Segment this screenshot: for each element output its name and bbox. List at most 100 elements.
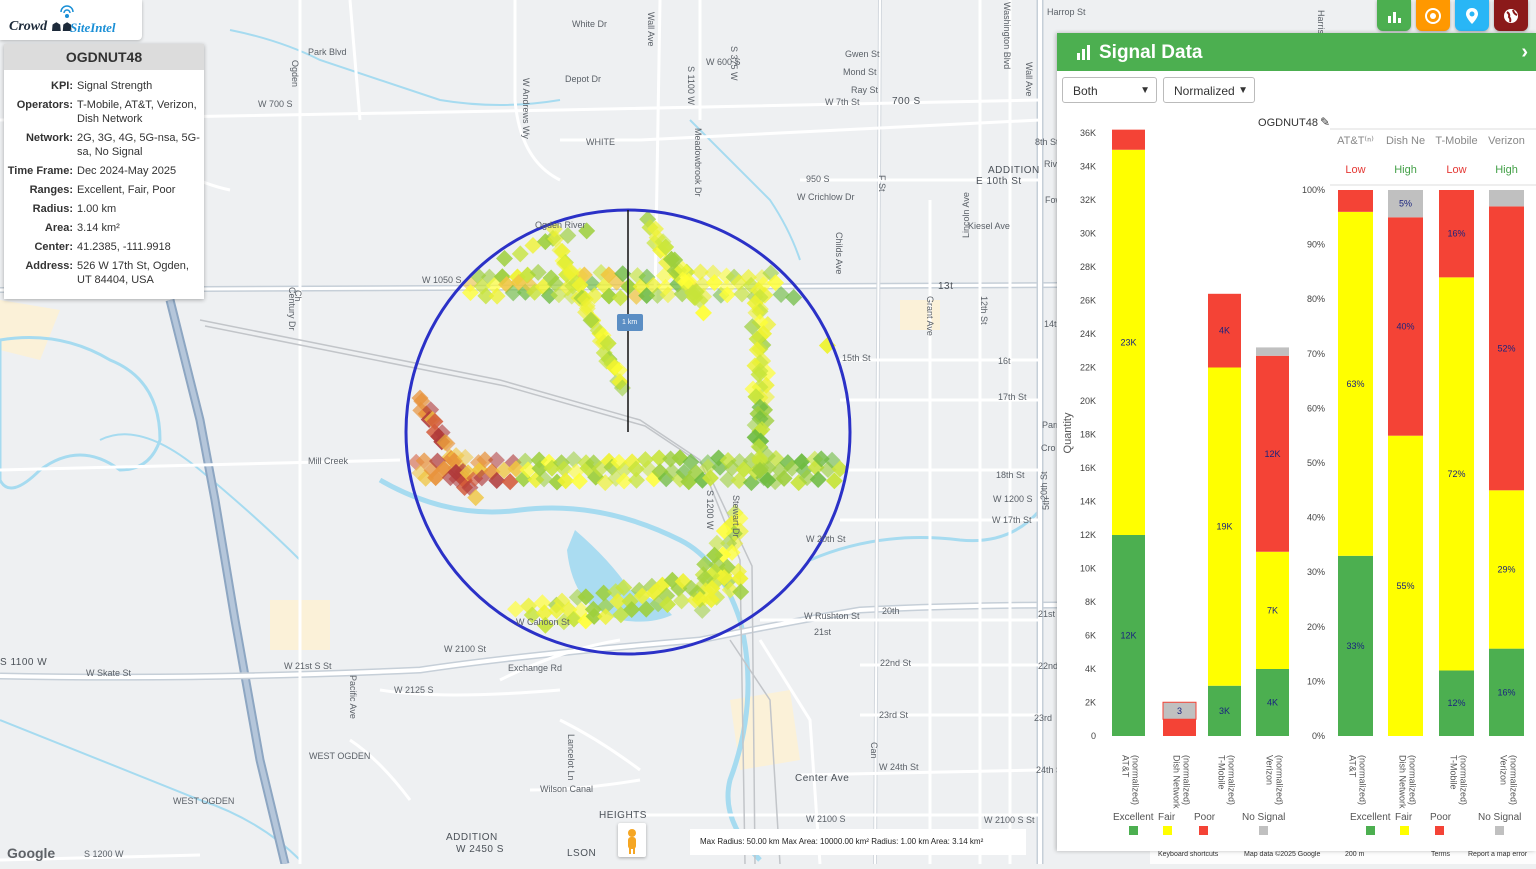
street-label: 5th (1041, 497, 1051, 510)
street-label: Ogden River (535, 220, 586, 230)
y-tick-label: 90% (1307, 240, 1325, 250)
google-logo: Google (7, 845, 56, 861)
bar-data-label: 19K (1216, 522, 1232, 532)
bar-data-label: 23K (1120, 337, 1136, 347)
chart-bar-segment (1338, 190, 1373, 212)
y-tick-label: 36K (1080, 128, 1096, 138)
street-label: Wilson Canal (540, 784, 594, 794)
street-label: Ray St (851, 85, 879, 95)
bar-data-label: 52% (1497, 343, 1515, 353)
street-label: Lancelot Ln (566, 734, 576, 781)
street-label: S 1100 W (0, 657, 48, 668)
info-key: Network: (25, 132, 73, 144)
y-tick-label: 2K (1085, 698, 1096, 708)
legend-swatch (1400, 826, 1409, 835)
y-tick-label: 16K (1080, 463, 1096, 473)
info-key: KPI: (51, 80, 73, 92)
street-label: W 21st S St (284, 661, 332, 671)
bar-data-label: 72% (1447, 469, 1465, 479)
street-label: Grant Ave (925, 296, 935, 336)
y-tick-label: 22K (1080, 363, 1096, 373)
street-label: 950 S (806, 174, 830, 184)
bar-data-label: 16% (1447, 229, 1465, 239)
y-tick-label: 20% (1307, 622, 1325, 632)
street-label: W Cahoon St (516, 617, 570, 627)
bar-data-label: 16% (1497, 687, 1515, 697)
radius-info-bar: Max Radius: 50.00 km Max Area: 10000.00 … (690, 829, 1026, 855)
chart-bar-segment (1489, 190, 1524, 207)
bar-data-label: 40% (1396, 322, 1414, 332)
column-header: Dish Ne (1386, 135, 1425, 147)
street-label: 22nd (1038, 661, 1059, 671)
street-label: W 2450 S (456, 844, 504, 855)
street-label: W 7th St (825, 97, 860, 107)
info-key: Radius: (32, 203, 73, 215)
column-header: AT&T⁽ⁿ⁾ (1337, 135, 1374, 147)
info-key: Center: (34, 241, 73, 253)
street-label: Ch (293, 290, 303, 302)
globe-button[interactable] (1494, 0, 1528, 31)
street-label: W 700 S (258, 99, 293, 109)
target-icon (1425, 7, 1441, 24)
street-label: 23rd St (879, 710, 909, 720)
app-logo[interactable]: Crowd ☗☗ SiteIntel (0, 0, 142, 40)
bar-data-label: 55% (1396, 581, 1414, 591)
street-label: Center Ave (795, 773, 850, 784)
street-label: Mill Creek (308, 456, 349, 466)
x-tick-label: AT&T (1121, 755, 1131, 778)
x-tick-label: T-Mobile (1217, 755, 1227, 790)
bar-chart-button[interactable] (1377, 0, 1411, 31)
location-button[interactable] (1455, 0, 1489, 31)
info-row: Center: 41.2385, -111.9918 (4, 239, 201, 258)
street-label: Can (869, 742, 879, 759)
brand-crowd: Crowd (9, 19, 48, 34)
chart-bar-segment (1163, 719, 1196, 736)
street-label: W Andrews Wy (521, 78, 531, 139)
bar-data-label: 29% (1497, 564, 1515, 574)
street-label: E 10th St (976, 176, 1022, 187)
street-label: W Crichlow Dr (797, 192, 855, 202)
x-tick-label: AT&T (1348, 755, 1358, 778)
y-tick-label: 26K (1080, 296, 1096, 306)
y-axis-label: Quantity (1062, 412, 1074, 453)
bar-data-label: 3 (1177, 706, 1182, 716)
bar-data-label: 12K (1264, 449, 1280, 459)
info-key: Time Frame: (7, 165, 73, 177)
info-value: Dec 2024-May 2025 (77, 165, 177, 177)
street-label: W Rushton St (804, 611, 860, 621)
info-value: 41.2385, -111.9918 (77, 241, 171, 253)
signal-charts: OGDNUT48 ✎ 0 2K 4K 6K 8K 10K 12K 14K 16K 18K 20K 22K 2… (1062, 115, 1536, 835)
street-label: 12th St (979, 296, 989, 325)
street-label: Gwen St (845, 49, 880, 59)
street-label: Stewart Dr (731, 495, 741, 538)
street-label: W 24th St (879, 762, 919, 772)
bar-chart-icon (1388, 11, 1401, 23)
target-button[interactable] (1416, 0, 1450, 31)
street-label: WEST OGDEN (309, 751, 371, 761)
x-tick-label: (normalized) (1509, 755, 1519, 805)
street-label: S 1200 W (705, 490, 715, 530)
x-tick-label: T-Mobile (1449, 755, 1459, 790)
info-row: Address: 526 W 17th St, Ogden, UT 84404, … (4, 258, 201, 291)
y-tick-label: 8K (1085, 597, 1096, 607)
info-value: 2G, 3G, 4G, 5G-nsa, 5G-sa, No Signal (77, 132, 200, 158)
legend-label: Excellent (1350, 812, 1391, 823)
legend-label: No Signal (1242, 812, 1285, 823)
street-label: Kiesel Ave (968, 221, 1010, 231)
rating-label: Low (1446, 164, 1466, 176)
street-label: 23rd (1034, 713, 1053, 723)
street-label: W 2100 S (806, 814, 846, 824)
street-label: W 17th St (992, 515, 1032, 525)
y-tick-label: 0% (1312, 731, 1325, 741)
pegman-icon[interactable] (618, 823, 646, 857)
y-tick-label: 28K (1080, 262, 1096, 272)
street-label: ADDITION (988, 165, 1040, 176)
brand-siteintel: SiteIntel (70, 20, 116, 35)
street-label: 20th St (1039, 471, 1049, 500)
column-header: T-Mobile (1435, 135, 1477, 147)
chart-bar-segment (1256, 347, 1289, 356)
info-value: 1.00 km (77, 203, 117, 215)
street-label: Meadowbrook Dr (693, 128, 703, 197)
street-label: WHITE (586, 137, 615, 147)
rating-label: High (1394, 164, 1417, 176)
